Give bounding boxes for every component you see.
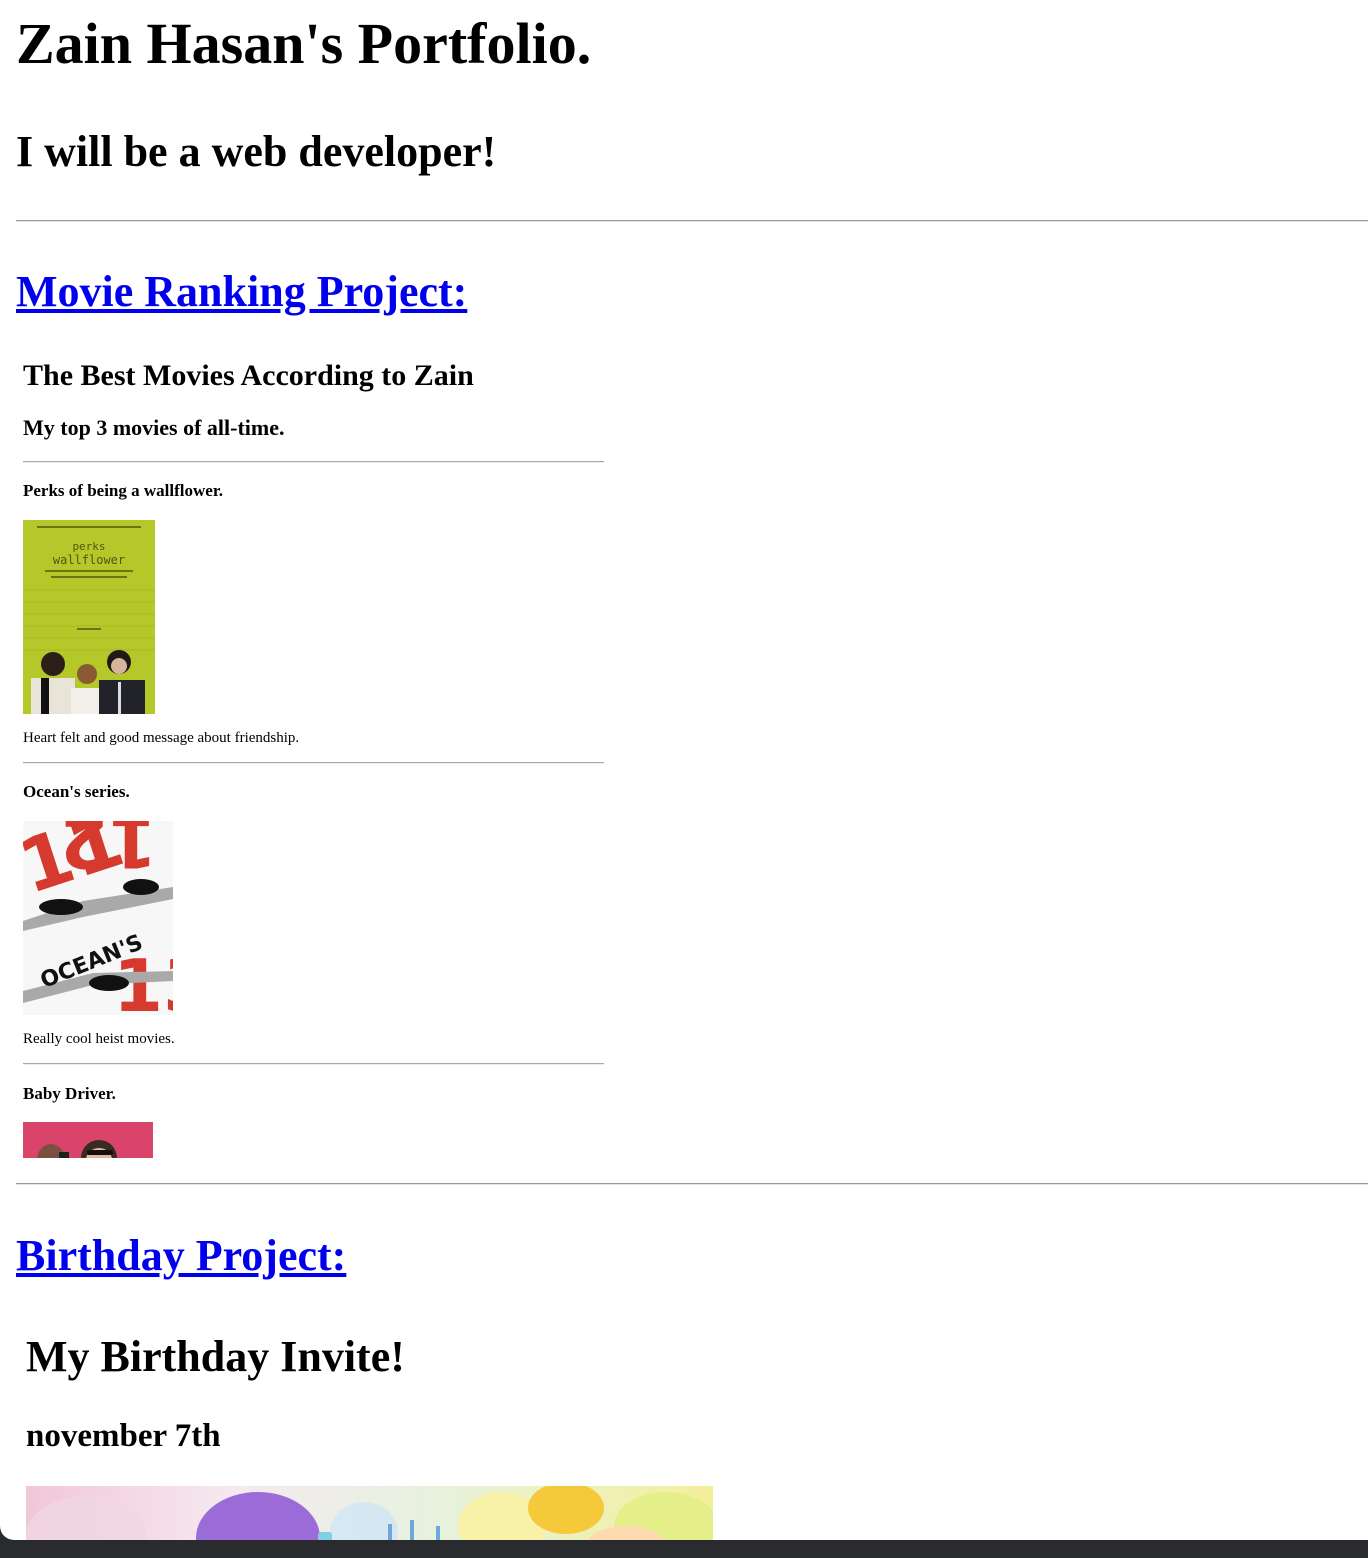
- movie-divider: [23, 762, 604, 764]
- movie-title: Ocean's series.: [23, 782, 130, 801]
- section-divider: [16, 1183, 1368, 1185]
- birthday-invite-embed[interactable]: My Birthday Invite! november 7th: [16, 1318, 736, 1540]
- svg-text:12: 12: [60, 821, 157, 882]
- baby-driver-poster: [23, 1122, 153, 1158]
- movies-subheading: My top 3 movies of all-time.: [23, 415, 285, 440]
- perks-of-being-a-wallflower-poster: perks wallflower: [23, 520, 155, 714]
- svg-text:wallflower: wallflower: [53, 553, 125, 567]
- page-title: Zain Hasan's Portfolio.: [16, 11, 592, 76]
- movies-heading: The Best Movies According to Zain: [23, 359, 474, 392]
- section-divider: [16, 220, 1368, 222]
- oceans-trilogy-poster: 11 12 13 OCEAN'S: [23, 821, 173, 1015]
- movie-description: Really cool heist movies.: [23, 1031, 175, 1047]
- movie-divider: [23, 461, 604, 463]
- birthday-project-link[interactable]: Birthday Project:: [16, 1228, 346, 1284]
- birthday-date: november 7th: [26, 1418, 221, 1454]
- movie-ranking-embed[interactable]: The Best Movies According to Zain My top…: [16, 350, 616, 1158]
- movie-divider: [23, 1063, 604, 1065]
- movie-description: Heart felt and good message about friend…: [23, 730, 300, 746]
- page-subtitle: I will be a web developer!: [16, 127, 497, 176]
- movie-ranking-project-link[interactable]: Movie Ranking Project:: [16, 264, 467, 320]
- birthday-heading: My Birthday Invite!: [26, 1332, 405, 1381]
- svg-text:perks: perks: [72, 540, 105, 553]
- birthday-balloons-image: [26, 1486, 713, 1540]
- movie-title: Baby Driver.: [23, 1084, 116, 1103]
- portfolio-page: Zain Hasan's Portfolio. I will be a web …: [0, 0, 1368, 1540]
- movie-title: Perks of being a wallflower.: [23, 481, 224, 500]
